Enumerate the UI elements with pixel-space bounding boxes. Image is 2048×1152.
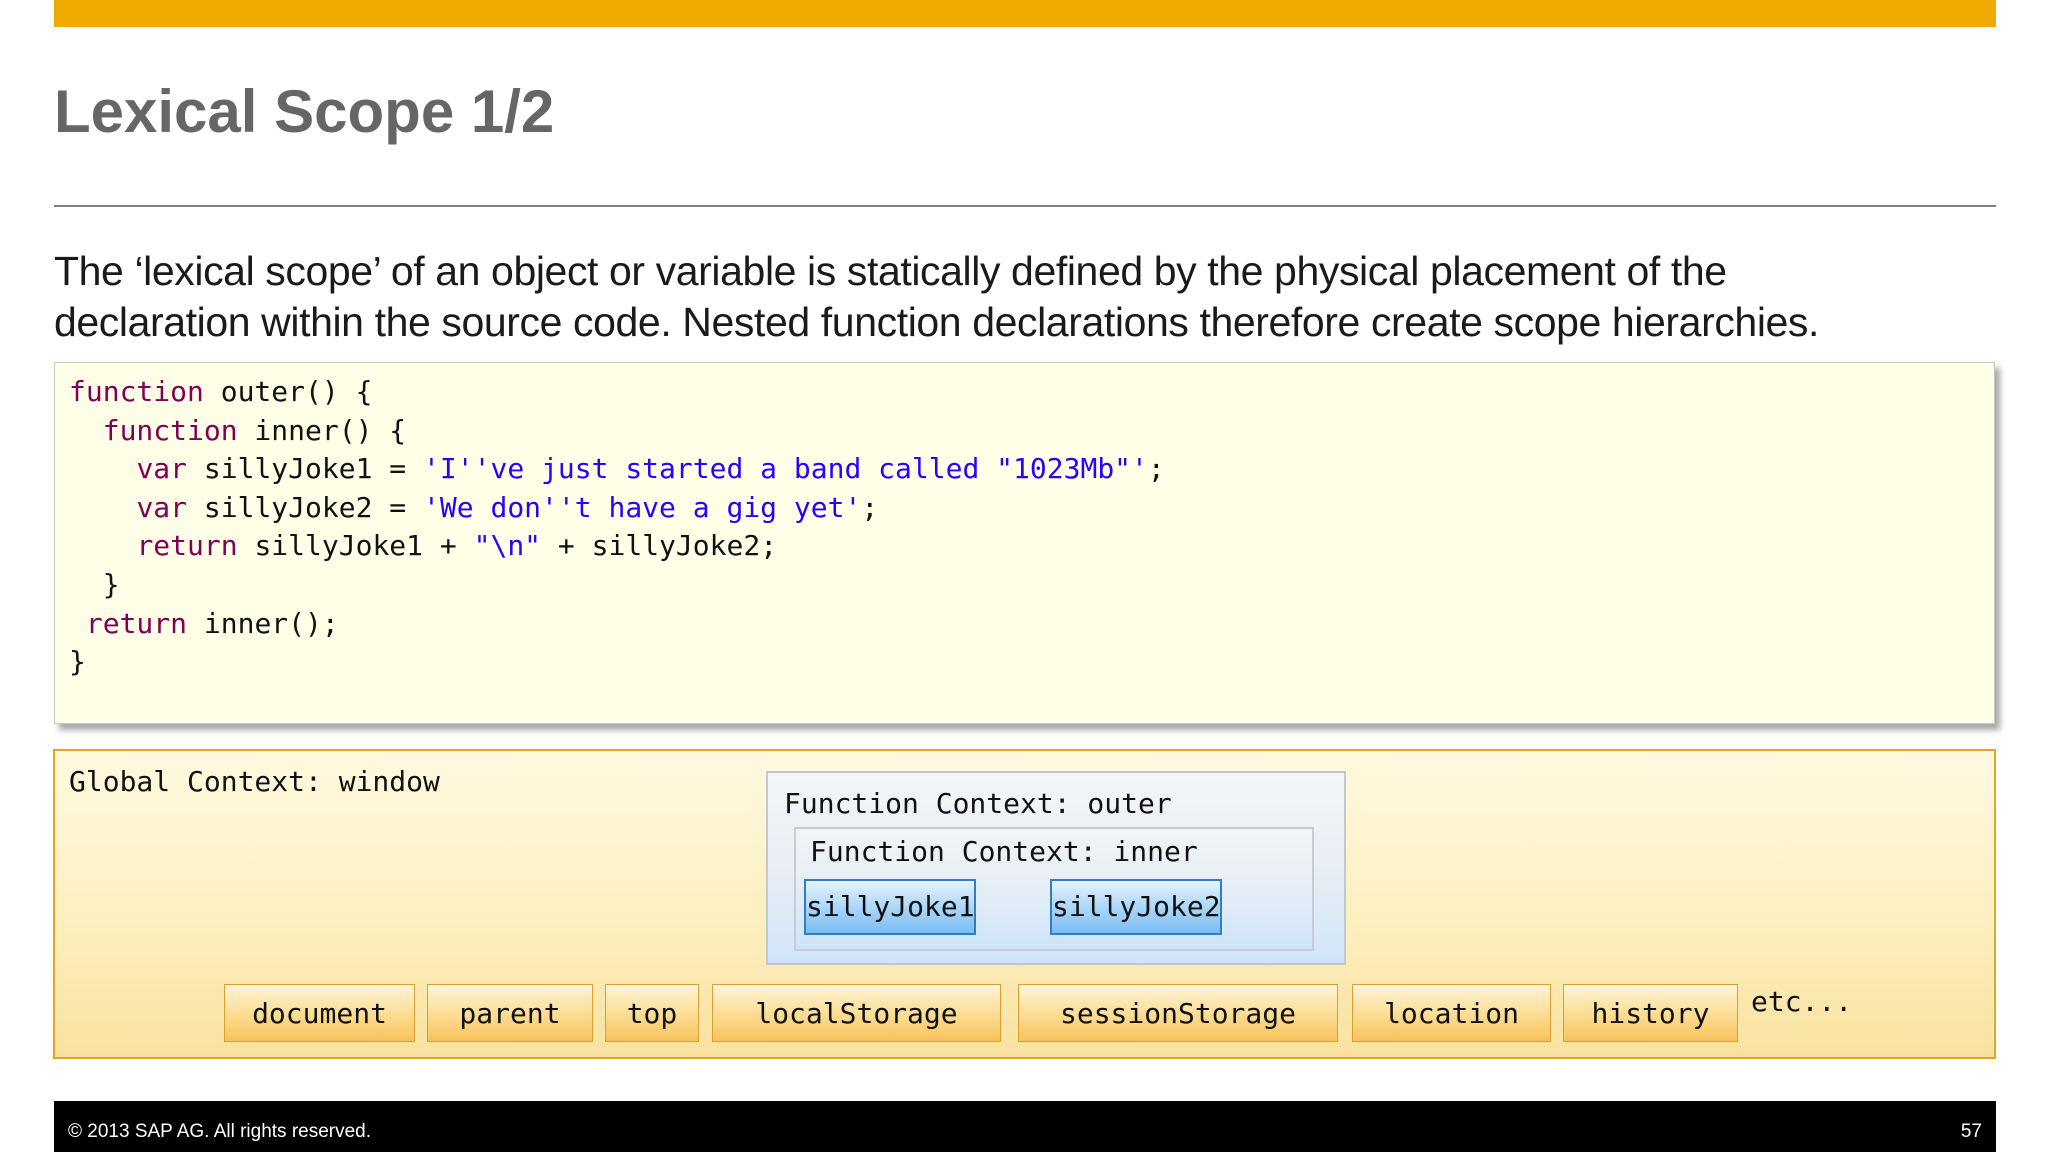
code-string: 'I''ve just started a band called "1023M… (423, 452, 1148, 486)
top-accent-bar (54, 0, 1996, 27)
code-text: inner(); (187, 606, 339, 640)
intro-paragraph: The ‘lexical scope’ of an object or vari… (54, 246, 2014, 348)
code-keyword: function (69, 375, 204, 408)
copyright-text: © 2013 SAP AG. All rights reserved. (68, 1121, 372, 1142)
inner-context-label: Function Context: inner (810, 835, 1198, 868)
code-text: inner() { (237, 413, 407, 447)
intro-line-2: declaration within the source code. Nest… (54, 299, 1820, 345)
window-property-history: history (1563, 984, 1738, 1042)
code-text: + sillyJoke2; (541, 529, 778, 563)
variable-sillyjoke1: sillyJoke1 (804, 879, 976, 935)
code-keyword: return (85, 606, 188, 640)
footer-bar: © 2013 SAP AG. All rights reserved. 57 (54, 1101, 1996, 1152)
global-context-box: Global Context: window Function Context:… (53, 749, 1996, 1059)
code-sample-box: function outer() { function inner() { va… (54, 362, 1995, 724)
code-text: sillyJoke1 + (237, 529, 474, 563)
window-property-document: document (224, 984, 415, 1042)
window-property-sessionstorage: sessionStorage (1018, 984, 1338, 1042)
code-text: ; (1147, 452, 1165, 486)
code-keyword: var (136, 452, 188, 486)
code-keyword: function (102, 413, 238, 447)
page-number: 57 (1960, 1121, 1982, 1142)
code-text: sillyJoke1 = (187, 452, 424, 486)
code-keyword: var (136, 490, 188, 524)
global-context-label: Global Context: window (69, 765, 440, 798)
code-string: "\n" (473, 529, 542, 563)
code-text: outer() { (203, 375, 373, 408)
code-string: 'We don''t have a gig yet' (423, 490, 862, 524)
outer-context-label: Function Context: outer (784, 787, 1172, 820)
intro-line-1: The ‘lexical scope’ of an object or vari… (54, 248, 1727, 294)
code-text: } (102, 567, 120, 601)
code-keyword: return (136, 529, 238, 563)
window-property-top: top (605, 984, 699, 1042)
code-text: } (69, 645, 86, 679)
etc-label: etc... (1751, 985, 1853, 1018)
code-text: sillyJoke2 = (187, 490, 424, 524)
code-block: function outer() { function inner() { va… (69, 373, 1165, 682)
window-property-location: location (1352, 984, 1551, 1042)
code-text: ; (861, 490, 879, 524)
window-property-parent: parent (427, 984, 593, 1042)
slide-title: Lexical Scope 1/2 (54, 78, 555, 145)
inner-context-box: Function Context: inner sillyJoke1 silly… (794, 827, 1314, 951)
outer-context-box: Function Context: outer Function Context… (766, 771, 1346, 965)
variable-sillyjoke2: sillyJoke2 (1050, 879, 1222, 935)
title-divider (54, 205, 1996, 207)
window-property-localstorage: localStorage (712, 984, 1001, 1042)
